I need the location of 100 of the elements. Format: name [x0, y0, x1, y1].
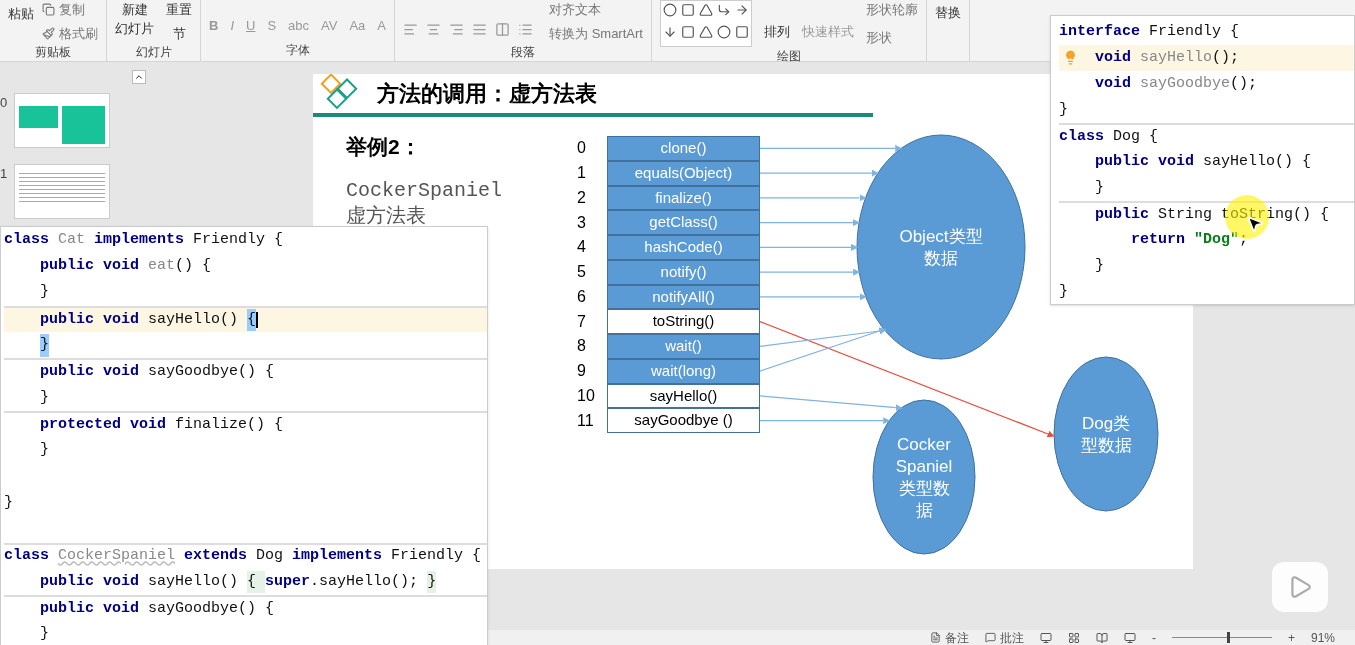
row-index: 10 — [577, 385, 596, 406]
align-text-button[interactable]: 对齐文本 — [549, 0, 643, 20]
slide-thumbnail[interactable] — [14, 93, 110, 148]
zoom-slider[interactable] — [1171, 632, 1272, 643]
new-slide-button[interactable]: 幻灯片 — [115, 19, 154, 38]
zoom-thumb[interactable] — [1226, 632, 1230, 643]
code-line: } — [1094, 255, 1105, 276]
shape-outline-button[interactable]: 形状轮廓 — [865, 0, 918, 20]
code-line: } — [39, 440, 50, 461]
method-cell: getClass() — [607, 210, 760, 235]
align-left-icon[interactable] — [403, 22, 418, 37]
reset-button[interactable]: 重置 — [166, 0, 192, 20]
slide-text: CockerSpaniel — [346, 178, 503, 203]
shape-icon[interactable] — [716, 24, 731, 39]
paintbrush-icon — [42, 26, 55, 40]
method-cell: finalize() — [607, 185, 760, 211]
shape-icon[interactable] — [698, 3, 713, 17]
method-cell: wait() — [607, 334, 760, 359]
font-format-button[interactable]: U — [246, 16, 256, 36]
shape-icon[interactable] — [716, 3, 731, 17]
zoom-level: 91% — [1310, 629, 1335, 645]
align-right-icon[interactable] — [449, 22, 464, 37]
align-center-icon[interactable] — [426, 22, 441, 37]
node-label: 类型数 — [898, 479, 950, 498]
font-format-button[interactable]: S — [267, 16, 277, 36]
normal-view-icon[interactable] — [1039, 631, 1052, 644]
new-slide-button[interactable]: 新建 — [121, 0, 148, 19]
method-cell: notify() — [607, 259, 760, 285]
group-label: 绘图 — [776, 48, 801, 65]
code-line: public void sayGoodbye() { — [4, 358, 487, 385]
row-index: 7 — [577, 311, 587, 332]
code-line: } — [39, 624, 50, 645]
slide-number: 0 — [0, 94, 9, 112]
replace-button[interactable]: 替换 — [934, 3, 961, 23]
font-format-button[interactable]: B — [209, 16, 219, 36]
example-heading: 举例2： — [346, 134, 421, 160]
code-line: public void sayGoodbye() { — [4, 595, 487, 622]
zoom-out-button[interactable]: - — [1151, 628, 1156, 645]
code-line: public void sayHello() { super.sayHello(); } — [4, 568, 487, 596]
node-label: Spaniel — [895, 457, 953, 476]
comments-button[interactable]: 批注 — [984, 628, 1024, 645]
method-cell: toString() — [607, 309, 760, 334]
method-cell: notifyAll() — [607, 284, 760, 310]
scroll-up-button[interactable] — [132, 70, 146, 84]
shape-icon[interactable] — [698, 24, 713, 39]
slide-number: 1 — [0, 165, 9, 183]
font-format-button[interactable]: AV — [321, 16, 338, 36]
font-format-button[interactable]: abc — [288, 16, 310, 36]
font-format-button[interactable]: A — [377, 16, 386, 36]
code-line: class CockerSpaniel extends Dog implements Friendly { — [4, 542, 487, 569]
sorter-view-icon[interactable] — [1067, 631, 1080, 644]
method-cell: wait(long) — [607, 358, 760, 384]
zoom-in-button[interactable]: + — [1287, 628, 1295, 645]
method-cell: clone() — [607, 136, 760, 161]
notes-button[interactable]: 备注 — [929, 628, 969, 645]
shape-icon[interactable] — [680, 24, 695, 39]
section-button[interactable]: 节 — [166, 23, 192, 43]
code-line: } — [4, 492, 14, 513]
reading-view-icon[interactable] — [1095, 631, 1108, 644]
code-line: public void eat() { — [39, 256, 213, 277]
node-label: Dog类 — [1081, 414, 1131, 433]
row-index: 6 — [577, 286, 587, 307]
convert-smartart-button[interactable]: 转换为 SmartArt — [549, 23, 643, 43]
slideshow-icon[interactable] — [1123, 631, 1136, 644]
method-cell: sayHello() — [607, 383, 760, 409]
code-line: class Dog { — [1059, 123, 1354, 149]
method-cell: sayGoodbye () — [607, 408, 760, 433]
paste-button[interactable]: 粘贴 — [8, 0, 34, 43]
code-line: class Cat implements Friendly { — [4, 229, 285, 250]
quick-styles-button[interactable]: 快速样式 — [801, 0, 854, 47]
group-label: 段落 — [510, 44, 535, 61]
code-line: void sayGoodbye(); — [1094, 73, 1259, 94]
shape-icon[interactable] — [662, 24, 677, 39]
node-label: 数据 — [924, 249, 958, 268]
justify-icon[interactable] — [472, 22, 487, 37]
slide-thumbnail[interactable] — [14, 164, 110, 219]
code-line: } — [39, 282, 50, 303]
shape-icon[interactable] — [734, 3, 749, 17]
node-label: 型数据 — [1080, 436, 1132, 455]
shape-icon[interactable] — [734, 24, 749, 39]
node-label: Cocker — [897, 435, 951, 454]
shape-icon[interactable] — [662, 3, 677, 17]
group-label: 幻灯片 — [135, 44, 172, 61]
row-index: 8 — [577, 336, 587, 357]
row-index: 4 — [577, 237, 587, 258]
row-index: 3 — [577, 212, 587, 233]
copy-button[interactable]: 复制 — [42, 0, 98, 20]
row-index: 1 — [577, 163, 587, 184]
font-format-button[interactable]: Aa — [349, 16, 366, 36]
font-format-button[interactable]: I — [230, 16, 234, 36]
shape-icon[interactable] — [680, 3, 695, 17]
list-icon[interactable] — [518, 22, 533, 37]
arrange-button[interactable]: 排列 — [763, 0, 790, 47]
row-index: 9 — [577, 361, 587, 382]
shape-effects-button[interactable]: 形状 — [865, 27, 918, 47]
code-line: protected void finalize() { — [4, 411, 487, 438]
copy-icon — [42, 3, 55, 17]
format-painter-button[interactable]: 格式刷 — [42, 23, 98, 43]
comment-icon — [984, 632, 996, 643]
columns-icon[interactable] — [495, 22, 510, 37]
